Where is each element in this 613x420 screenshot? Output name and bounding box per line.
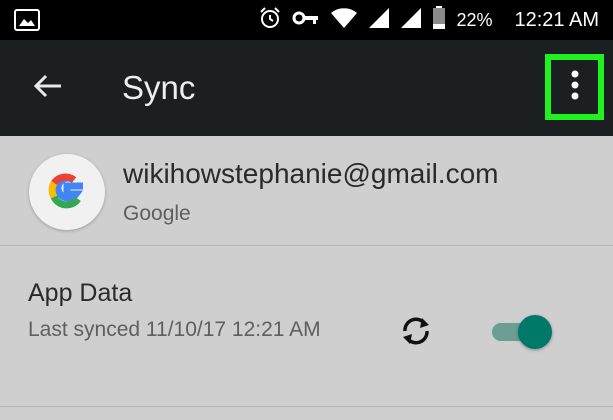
more-vert-icon [571, 70, 579, 105]
sync-settings-list: wikihowstephanie@gmail.com Google App Da… [0, 136, 613, 420]
wifi-icon [330, 7, 358, 34]
clock: 12:21 AM [514, 8, 599, 31]
status-icons: 22% 12:21 AM [258, 0, 599, 40]
sync-icon[interactable] [398, 313, 434, 349]
sync-item-title: App Data [28, 279, 133, 307]
app-data-sync-toggle[interactable] [492, 315, 554, 349]
app-bar: Sync [0, 40, 613, 136]
battery-icon [432, 5, 446, 35]
image-icon [14, 9, 40, 31]
sync-item-last-synced: Last synced 11/10/17 12:21 AM [28, 318, 321, 341]
battery-percent: 22% [456, 9, 493, 30]
more-options-button[interactable] [545, 54, 604, 120]
account-header: wikihowstephanie@gmail.com Google [0, 136, 613, 246]
arrow-left-icon [33, 73, 63, 104]
status-bar: 22% 12:21 AM [0, 0, 613, 40]
vpn-key-icon [292, 6, 320, 35]
list-item[interactable]: App Data Last synced 11/10/17 12:21 AM [0, 247, 613, 407]
signal-icon [368, 7, 390, 34]
toggle-thumb [518, 315, 552, 349]
page-title: Sync [122, 69, 196, 106]
avatar [29, 154, 105, 230]
alarm-icon [258, 6, 282, 35]
account-type: Google [123, 202, 191, 225]
back-button[interactable] [28, 68, 68, 108]
account-email: wikihowstephanie@gmail.com [123, 158, 499, 189]
signal-icon [400, 7, 422, 34]
google-g-icon [45, 168, 89, 217]
